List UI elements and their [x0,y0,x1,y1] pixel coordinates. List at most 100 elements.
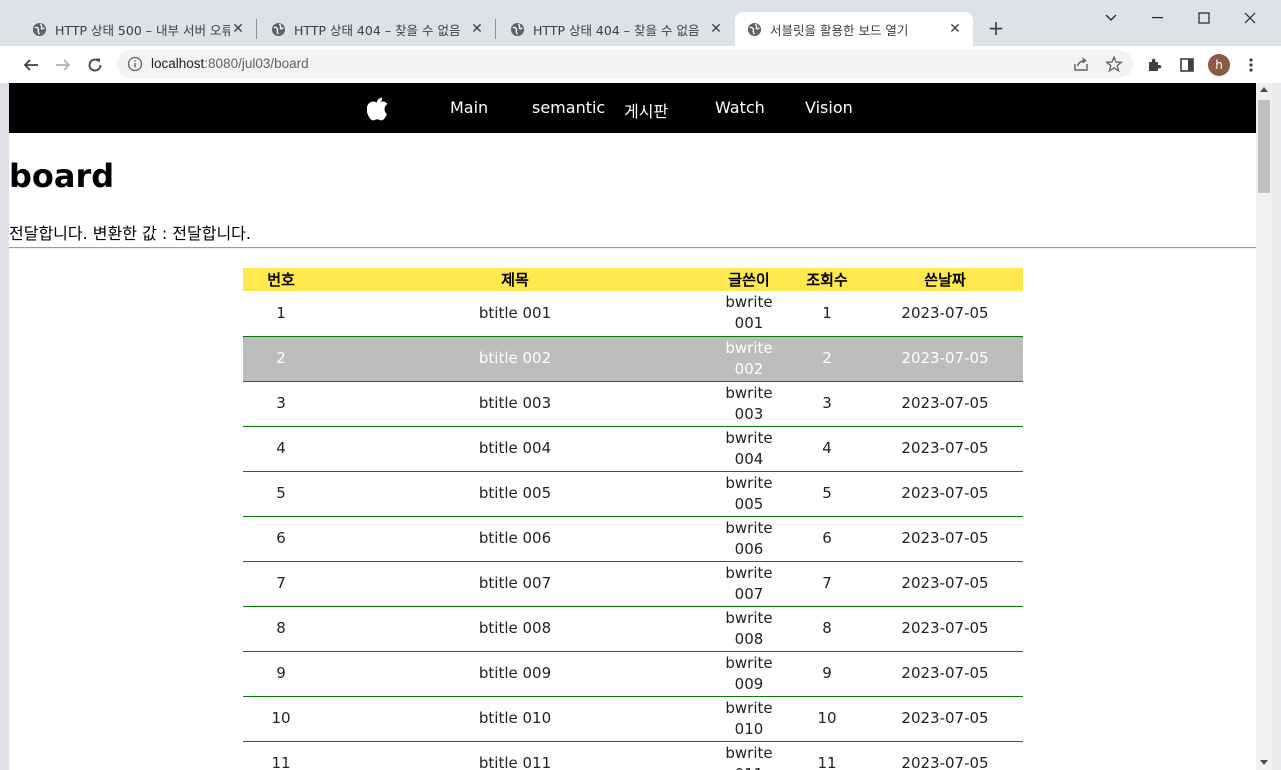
nav-link-semantic[interactable]: semantic [532,98,605,117]
cell-writer: bwrite 011 [711,741,787,770]
forward-arrow-icon[interactable] [51,53,75,77]
page-viewport: Main semantic 게시판 Watch Vision board 전달합… [9,83,1256,770]
table-row[interactable]: 8 btitle 008 bwrite 008 8 2023-07-05 [243,606,1023,652]
close-window-icon[interactable] [1227,6,1273,30]
cell-date: 2023-07-05 [867,291,1023,337]
table-row[interactable]: 4 btitle 004 bwrite 004 4 2023-07-05 [243,426,1023,472]
extensions-puzzle-icon[interactable] [1145,55,1165,75]
globe-icon [747,22,762,36]
nav-link-watch[interactable]: Watch [715,98,765,117]
cell-number: 1 [243,291,319,337]
tab-close-icon[interactable]: ✕ [947,21,963,37]
cell-views: 11 [787,741,867,770]
url-text[interactable]: localhost:8080/jul03/board [151,56,309,71]
cell-date: 2023-07-05 [867,561,1023,607]
cell-title[interactable]: btitle 011 [319,741,711,770]
vertical-scrollbar[interactable] [1256,83,1272,770]
tab-separator [495,19,496,39]
writer-line-1: bwrite [725,473,773,492]
cell-views: 4 [787,426,867,472]
table-row[interactable]: 6 btitle 006 bwrite 006 6 2023-07-05 [243,516,1023,562]
cell-views: 7 [787,561,867,607]
writer-line-2: 008 [734,629,764,648]
cell-date: 2023-07-05 [867,381,1023,427]
cell-writer: bwrite 004 [711,426,787,472]
side-panel-icon[interactable] [1177,55,1197,75]
col-header-writer: 글쓴이 [711,268,787,291]
cell-views: 1 [787,291,867,337]
cell-views: 2 [787,336,867,382]
cell-date: 2023-07-05 [867,741,1023,770]
writer-line-2: 011 [735,765,764,770]
table-row[interactable]: 3 btitle 003 bwrite 003 3 2023-07-05 [243,381,1023,427]
site-info-icon[interactable] [127,56,143,72]
tab-close-icon[interactable]: ✕ [708,21,724,37]
back-arrow-icon[interactable] [19,53,43,77]
minimize-icon[interactable] [1135,6,1181,30]
bookmark-star-icon[interactable] [1105,55,1123,73]
share-icon[interactable] [1072,55,1090,73]
cell-writer: bwrite 009 [711,651,787,697]
browser-toolbar: localhost:8080/jul03/board [0,46,1281,83]
tab-4-active[interactable]: 서블릿을 활용한 보드 열기 ✕ [735,12,973,46]
cell-views: 3 [787,381,867,427]
cell-date: 2023-07-05 [867,336,1023,382]
tab-close-icon[interactable]: ✕ [230,21,246,37]
address-bar[interactable]: localhost:8080/jul03/board [117,50,1133,78]
table-row[interactable]: 10 btitle 010 bwrite 010 10 2023-07-05 [243,696,1023,742]
tab-2[interactable]: HTTP 상태 404 – 찾을 수 없음 ✕ [259,12,495,46]
cell-title[interactable]: btitle 003 [319,381,711,427]
nav-link-main[interactable]: Main [450,98,488,117]
tab-3[interactable]: HTTP 상태 404 – 찾을 수 없음 ✕ [498,12,734,46]
cell-number: 9 [243,651,319,697]
cell-number: 10 [243,696,319,742]
cell-writer: bwrite 010 [711,696,787,742]
table-row[interactable]: 9 btitle 009 bwrite 009 9 2023-07-05 [243,651,1023,697]
cell-title[interactable]: btitle 001 [319,291,711,337]
apple-logo-icon[interactable] [367,97,389,121]
scroll-up-arrow-icon[interactable] [1260,87,1268,92]
nav-link-vision[interactable]: Vision [805,98,853,117]
cell-views: 9 [787,651,867,697]
tab-title: HTTP 상태 404 – 찾을 수 없음 [294,22,461,38]
writer-line-1: bwrite [725,293,773,312]
cell-title[interactable]: btitle 009 [319,651,711,697]
writer-line-1: bwrite [725,383,773,402]
menu-kebab-icon[interactable] [1241,55,1261,75]
new-tab-plus-icon[interactable]: + [985,18,1007,40]
cell-title[interactable]: btitle 002 [319,336,711,382]
table-row[interactable]: 7 btitle 007 bwrite 007 7 2023-07-05 [243,561,1023,607]
desktop-background [1272,83,1281,770]
maximize-icon[interactable] [1181,6,1227,30]
scrollbar-thumb[interactable] [1258,100,1270,193]
profile-avatar[interactable]: h [1208,54,1230,76]
page-message: 전달합니다. 변환한 값 : 전달합니다. [9,224,251,243]
cell-writer: bwrite 005 [711,471,787,517]
scroll-down-arrow-icon[interactable] [1260,760,1268,765]
browser-window: HTTP 상태 500 – 내부 서버 오류 ✕ HTTP 상태 404 – 찾… [0,0,1281,770]
cell-title[interactable]: btitle 004 [319,426,711,472]
cell-number: 6 [243,516,319,562]
cell-number: 11 [243,741,319,770]
tab-search-chevron-icon[interactable] [1088,6,1134,30]
url-path: :8080/jul03/board [204,56,309,71]
table-row[interactable]: 11 btitle 011 bwrite 011 11 2023-07-05 [243,741,1023,770]
cell-writer: bwrite 007 [711,561,787,607]
tab-title: HTTP 상태 500 – 내부 서버 오류 [55,22,230,38]
cell-title[interactable]: btitle 005 [319,471,711,517]
tab-strip: HTTP 상태 500 – 내부 서버 오류 ✕ HTTP 상태 404 – 찾… [0,0,1281,46]
cell-title[interactable]: btitle 007 [319,561,711,607]
tab-1[interactable]: HTTP 상태 500 – 내부 서버 오류 ✕ [20,12,256,46]
table-row[interactable]: 1 btitle 001 bwrite 001 1 2023-07-05 [243,291,1023,337]
cell-writer: bwrite 003 [711,381,787,427]
table-row[interactable]: 5 btitle 005 bwrite 005 5 2023-07-05 [243,471,1023,517]
cell-title[interactable]: btitle 010 [319,696,711,742]
tab-title: 서블릿을 활용한 보드 열기 [770,22,909,38]
tab-close-icon[interactable]: ✕ [469,21,485,37]
table-row-highlighted[interactable]: 2 btitle 002 bwrite 002 2 2023-07-05 [243,336,1023,382]
nav-link-board[interactable]: 게시판 [624,98,668,122]
reload-icon[interactable] [83,53,107,77]
cell-title[interactable]: btitle 006 [319,516,711,562]
cell-title[interactable]: btitle 008 [319,606,711,652]
board-table: 번호 제목 글쓴이 조회수 쓴날짜 1 btitle 001 bwrite 001… [243,268,1023,770]
